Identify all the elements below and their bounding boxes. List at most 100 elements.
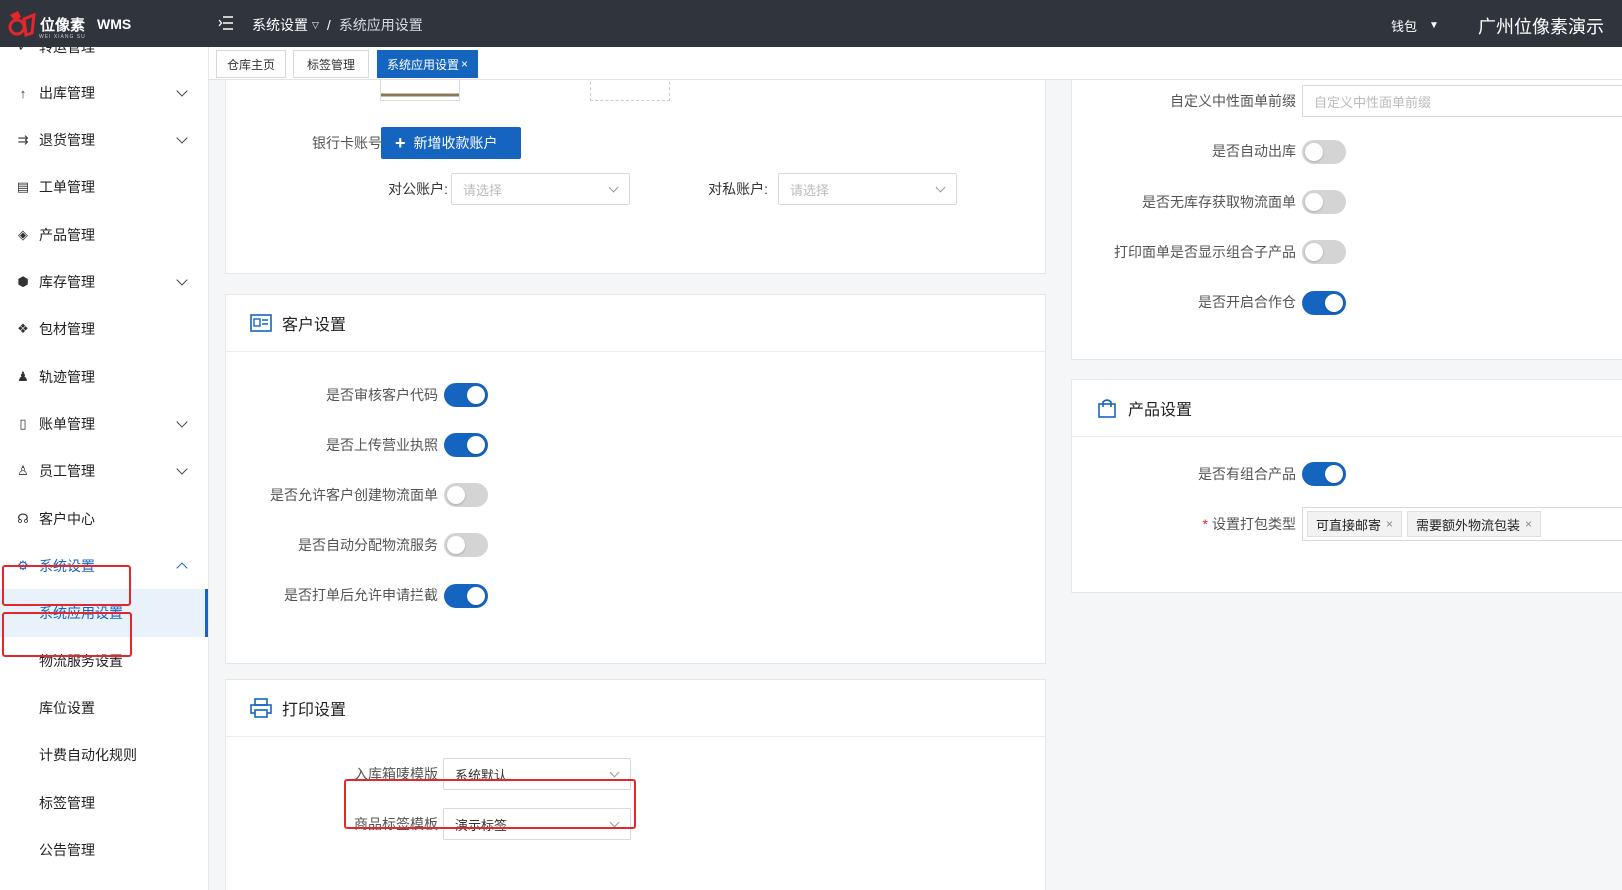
sidebar-item-outbound[interactable]: ↑ 出库管理	[0, 69, 208, 117]
sidebar-item-workorder[interactable]: ▤ 工单管理	[0, 163, 208, 211]
prefix-input[interactable]: 自定义中性面单前缀	[1302, 85, 1622, 117]
sidebar-item-tracking[interactable]: ♟ 轨迹管理	[0, 353, 208, 401]
tag-label: 可直接邮寄	[1316, 517, 1382, 533]
tag-label: 需要额外物流包装	[1416, 517, 1521, 533]
toggle-switch-allow-intercept[interactable]	[444, 584, 488, 608]
sidebar-subitem-app-settings[interactable]: 系统应用设置	[0, 589, 208, 637]
check-icon: ✓	[16, 47, 30, 54]
public-account-placeholder: 请选择	[463, 182, 503, 198]
toggle-label: 是否审核客户代码	[326, 387, 438, 403]
sidebar-subitem-announcements[interactable]: 公告管理	[0, 826, 208, 874]
sidebar-item-label: 转运管理	[39, 47, 95, 55]
toggle-switch-partner-warehouse[interactable]	[1302, 291, 1346, 315]
sidebar-item-label: 包材管理	[39, 321, 95, 337]
bank-label: 银行卡账号	[312, 135, 382, 151]
sidebar-item-inventory[interactable]: ⬢ 库存管理	[0, 258, 208, 306]
toggle-switch-no-stock-label[interactable]	[1302, 190, 1346, 214]
sidebar-item-system-settings[interactable]: ⚙ 系统设置	[0, 542, 208, 590]
arrow-up-icon: ↑	[19, 85, 27, 101]
logo-text: 位像素	[40, 16, 86, 34]
breadcrumb-separator: /	[326, 17, 331, 33]
breadcrumb: 系统设置 ▽ / 系统应用设置	[252, 15, 423, 35]
chevron-down-icon	[609, 817, 620, 828]
tab-label-management[interactable]: 标签管理	[293, 50, 369, 78]
toggle-switch-auto-outbound[interactable]	[1302, 140, 1346, 164]
toggle-label: 是否自动分配物流服务	[298, 537, 438, 553]
customer-settings-card: 客户设置 是否审核客户代码 是否上传营业执照 是否允许客户创建物流面单 是否自动…	[225, 294, 1046, 664]
private-account-select[interactable]: 请选择	[778, 173, 957, 205]
menu-collapse-icon[interactable]	[218, 16, 234, 30]
plus-icon: +	[395, 132, 406, 153]
logo[interactable]: 位像素 WEI XIANG SU WMS	[6, 8, 131, 40]
pack-type-multiselect[interactable]: 可直接邮寄 × 需要额外物流包装 ×	[1302, 507, 1622, 541]
product-settings-header: 产品设置	[1072, 380, 1622, 437]
breadcrumb-root[interactable]: 系统设置	[252, 15, 308, 35]
inbound-template-select[interactable]: 系统默认	[443, 758, 631, 790]
toggle-switch-allow-customer-label[interactable]	[444, 483, 488, 507]
wallet-dropdown[interactable]: 钱包 ▼	[1391, 16, 1439, 35]
tab-bar: 仓库主页 标签管理 系统应用设置 ×	[209, 47, 1622, 80]
sidebar-item-label: 员工管理	[39, 463, 95, 479]
private-account-label: 对私账户:	[708, 181, 768, 197]
toggle-row: 是否开启合作仓	[1072, 286, 1296, 318]
sidebar-item-label: 账单管理	[39, 416, 95, 432]
private-account-label-row: 对私账户:	[686, 173, 768, 205]
sidebar-item-customers[interactable]: ☊ 客户中心	[0, 495, 208, 543]
sidebar-subitem-billing-rules[interactable]: 计费自动化规则	[0, 731, 208, 779]
toggle-switch-review-customer-code[interactable]	[444, 383, 488, 407]
print-settings-card: 打印设置 入库箱唛模版 系统默认 商品标签模板 演示标签	[225, 679, 1046, 890]
sidebar-item-returns[interactable]: ⇉ 退货管理	[0, 116, 208, 164]
close-icon[interactable]: ×	[461, 57, 468, 71]
sidebar-item-packaging[interactable]: ❖ 包材管理	[0, 305, 208, 353]
uploaded-image[interactable]	[380, 80, 460, 101]
prefix-label: 自定义中性面单前缀	[1170, 93, 1296, 109]
public-account-select[interactable]: 请选择	[451, 173, 630, 205]
sidebar-item-label: 轨迹管理	[39, 369, 95, 385]
tab-app-settings[interactable]: 系统应用设置 ×	[377, 50, 478, 78]
chevron-down-icon	[935, 182, 946, 193]
logo-wms: WMS	[97, 16, 132, 32]
inbound-template-value: 系统默认	[455, 767, 508, 783]
combo-product-label: 是否有组合产品	[1198, 466, 1296, 482]
sidebar-subitem-logistics[interactable]: 物流服务设置	[0, 637, 208, 685]
toggle-switch-combo-product[interactable]	[1302, 462, 1346, 486]
sidebar-item-staff[interactable]: ♙ 员工管理	[0, 447, 208, 495]
sidebar-subitem-labels[interactable]: 标签管理	[0, 779, 208, 827]
inbound-template-label: 入库箱唛模版	[354, 766, 438, 782]
add-account-label: 新增收款账户	[413, 135, 498, 151]
print-settings-title: 打印设置	[282, 702, 347, 719]
upload-placeholder[interactable]	[590, 80, 670, 101]
logo-mark-icon	[6, 9, 38, 39]
customer-settings-header: 客户设置	[226, 295, 1045, 352]
toggle-row: 是否审核客户代码	[226, 379, 438, 411]
sidebar-item-label: 出库管理	[39, 85, 95, 101]
product-template-label: 商品标签模板	[354, 816, 438, 832]
sidebar-item-label: 客户中心	[39, 511, 95, 527]
toggle-label: 打印面单是否显示组合子产品	[1114, 244, 1296, 260]
toggle-switch-upload-license[interactable]	[444, 433, 488, 457]
sidebar-item-transfer[interactable]: ✓ 转运管理	[0, 47, 208, 71]
tag-close-icon[interactable]: ×	[1525, 517, 1532, 531]
add-account-button[interactable]: + 新增收款账户	[381, 127, 521, 159]
tab-warehouse-home[interactable]: 仓库主页	[216, 50, 286, 78]
sidebar-item-label: 工单管理	[39, 179, 95, 195]
sidebar-item-label: 退货管理	[39, 132, 95, 148]
chevron-down-icon	[176, 274, 188, 286]
tag-close-icon[interactable]: ×	[1386, 517, 1393, 531]
chevron-down-icon	[176, 463, 188, 475]
toggle-label: 是否上传营业执照	[326, 437, 438, 453]
sidebar-subitem-locations[interactable]: 库位设置	[0, 684, 208, 732]
printer-icon	[250, 698, 272, 718]
chevron-down-icon	[176, 416, 188, 428]
logo-subtext: WEI XIANG SU	[39, 34, 86, 40]
product-template-select[interactable]: 演示标签	[443, 808, 631, 840]
wallet-label: 钱包	[1391, 19, 1418, 34]
toggle-switch-show-combo-children[interactable]	[1302, 240, 1346, 264]
inbound-template-row: 入库箱唛模版	[226, 758, 438, 790]
toggle-row: 打印面单是否显示组合子产品	[1072, 236, 1296, 268]
toggle-switch-auto-assign-logistics[interactable]	[444, 533, 488, 557]
sidebar-item-billing[interactable]: ▯ 账单管理	[0, 400, 208, 448]
company-name[interactable]: 广州位像素演示	[1478, 13, 1604, 39]
sidebar-item-products[interactable]: ◈ 产品管理	[0, 211, 208, 259]
caret-down-icon: ▼	[1429, 20, 1439, 31]
